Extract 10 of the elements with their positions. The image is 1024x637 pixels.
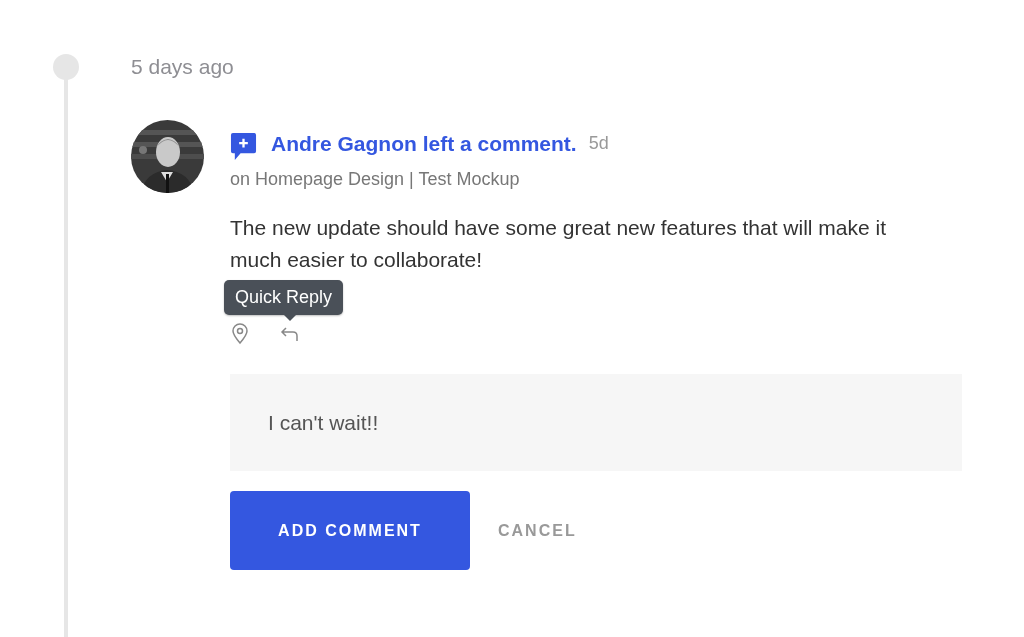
comment-text: The new update should have some great new features that will make it much easier to collaborate! (230, 215, 888, 273)
activity-title[interactable]: Andre Gagnon left a comment. (271, 131, 577, 156)
timeline-date: 5 days ago (131, 55, 235, 79)
add-comment-button[interactable]: ADD COMMENT (230, 491, 470, 570)
activity-context: on Homepage Design | Test Mockup (230, 169, 521, 190)
activity-age: 5d (588, 133, 609, 154)
reply-field[interactable]: I can't wait!! (230, 374, 962, 471)
location-pin-icon[interactable] (230, 323, 250, 345)
comment-add-icon (230, 132, 257, 161)
timeline-dot (53, 54, 79, 80)
